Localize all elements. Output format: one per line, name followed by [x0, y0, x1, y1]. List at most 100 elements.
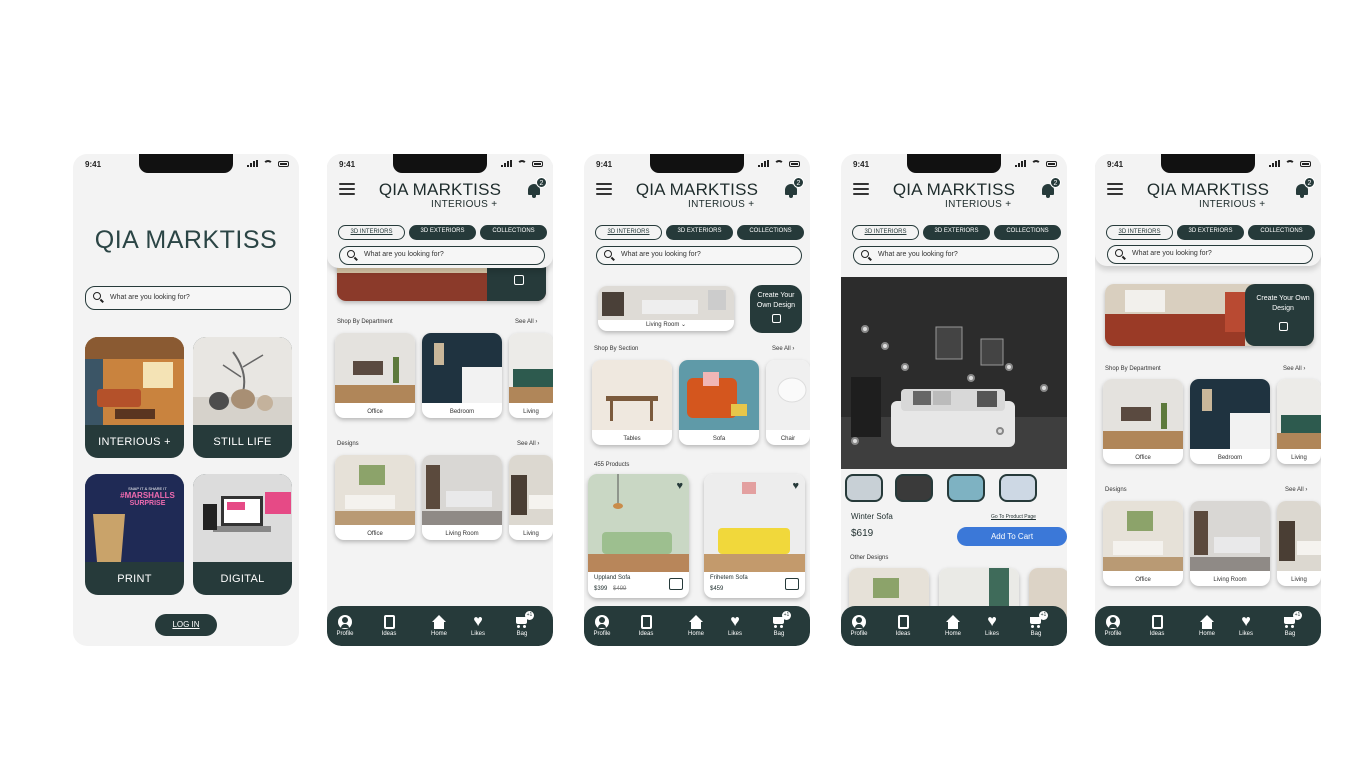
nav-bag[interactable]: +1 Bag — [764, 611, 794, 637]
see-all-link[interactable]: See All › — [1283, 366, 1305, 372]
color-swatch[interactable] — [895, 474, 933, 502]
nav-home[interactable]: Home — [938, 615, 968, 637]
room-3d-view[interactable] — [841, 277, 1067, 469]
heart-icon[interactable]: ♥ — [792, 480, 799, 492]
department-card-living[interactable]: Living — [509, 333, 553, 418]
create-design-card[interactable]: Create Your Own Design — [1105, 284, 1314, 346]
search-input[interactable]: What are you looking for? — [596, 246, 802, 265]
nav-profile[interactable]: Profile — [330, 615, 360, 637]
bell-icon[interactable]: 2 — [1295, 177, 1315, 198]
design-card-living[interactable]: Living — [1277, 501, 1321, 586]
product-card-uppland[interactable]: ♥ Uppland Sofa $399 $499 — [588, 474, 689, 598]
design-card-office[interactable]: Office — [335, 455, 415, 540]
see-all-link[interactable]: See All › — [772, 346, 794, 352]
department-card-office[interactable]: Office — [335, 333, 415, 418]
department-card-bedroom[interactable]: Bedroom — [422, 333, 502, 418]
department-card-bedroom[interactable]: Bedroom — [1190, 379, 1270, 464]
color-swatch[interactable] — [947, 474, 985, 502]
design-image — [509, 455, 553, 525]
nav-label: Home — [430, 631, 447, 637]
tables-image — [592, 360, 672, 430]
section-card-chair[interactable]: Chair — [766, 360, 810, 445]
see-all-link[interactable]: See All › — [1285, 487, 1307, 493]
search-input[interactable]: What are you looking for? — [85, 286, 291, 310]
bell-icon[interactable]: 2 — [527, 177, 547, 198]
section-card-tables[interactable]: Tables — [592, 360, 672, 445]
add-to-basket-icon[interactable] — [669, 578, 683, 590]
product-card-frihetem[interactable]: ♥ Frihetem Sofa $459 — [704, 474, 805, 598]
nav-profile[interactable]: Profile — [587, 615, 617, 637]
create-design-button[interactable]: Create Your Own Design — [750, 285, 802, 333]
hotspot-marker[interactable] — [901, 363, 909, 371]
bell-icon[interactable]: 2 — [1041, 177, 1061, 198]
hotspot-marker[interactable] — [861, 325, 869, 333]
search-placeholder: What are you looking for? — [621, 251, 701, 258]
search-input[interactable]: What are you looking for? — [853, 246, 1059, 265]
nav-ideas[interactable]: Ideas — [374, 615, 404, 637]
tile-digital[interactable]: DIGITAL — [193, 474, 292, 595]
bell-icon[interactable]: 2 — [784, 177, 804, 198]
nav-likes[interactable]: ♥ Likes — [720, 614, 750, 638]
department-card-living[interactable]: Living — [1277, 379, 1321, 464]
nav-bag[interactable]: +1 Bag — [507, 611, 537, 637]
tab-collections[interactable]: COLLECTIONS — [480, 225, 547, 240]
tile-interious[interactable]: INTERIOUS + — [85, 337, 184, 458]
nav-home[interactable]: Home — [1192, 615, 1222, 637]
tile-print[interactable]: SNAP IT & SHARE IT #MARSHALLS SURPRISE P… — [85, 474, 184, 595]
nav-ideas[interactable]: Ideas — [1142, 615, 1172, 637]
tab-collections[interactable]: COLLECTIONS — [1248, 225, 1315, 240]
hotspot-marker[interactable] — [967, 374, 975, 382]
hotspot-marker[interactable] — [881, 342, 889, 350]
hotspot-marker[interactable] — [996, 427, 1004, 435]
tab-3d-interiors[interactable]: 3D INTERIORS — [338, 225, 405, 240]
tab-collections[interactable]: COLLECTIONS — [737, 225, 804, 240]
login-button[interactable]: LOG IN — [155, 614, 217, 636]
color-swatch[interactable] — [845, 474, 883, 502]
add-to-basket-icon[interactable] — [785, 578, 799, 590]
tab-3d-interiors[interactable]: 3D INTERIORS — [852, 225, 919, 240]
notification-badge: 2 — [1050, 177, 1061, 188]
status-icons — [501, 160, 543, 167]
heart-icon[interactable]: ♥ — [676, 480, 683, 492]
section-card-sofa[interactable]: Sofa — [679, 360, 759, 445]
nav-ideas[interactable]: Ideas — [888, 615, 918, 637]
tile-still-life[interactable]: STILL LIFE — [193, 337, 292, 458]
tab-3d-exteriors[interactable]: 3D EXTERIORS — [923, 225, 990, 240]
signal-icon — [758, 160, 769, 167]
hotspot-marker[interactable] — [1005, 363, 1013, 371]
tab-3d-exteriors[interactable]: 3D EXTERIORS — [1177, 225, 1244, 240]
nav-profile[interactable]: Profile — [844, 615, 874, 637]
hotspot-marker[interactable] — [1040, 384, 1048, 392]
nav-home[interactable]: Home — [424, 615, 454, 637]
nav-label: Home — [687, 631, 704, 637]
add-to-cart-button[interactable]: Add To Cart — [957, 527, 1067, 546]
see-all-link[interactable]: See All › — [515, 319, 537, 325]
tab-3d-interiors[interactable]: 3D INTERIORS — [595, 225, 662, 240]
nav-bag[interactable]: +1 Bag — [1275, 611, 1305, 637]
nav-profile[interactable]: Profile — [1098, 615, 1128, 637]
nav-home[interactable]: Home — [681, 615, 711, 637]
hotspot-marker[interactable] — [851, 437, 859, 445]
nav-bag[interactable]: +1 Bag — [1021, 611, 1051, 637]
nav-ideas[interactable]: Ideas — [631, 615, 661, 637]
tab-3d-exteriors[interactable]: 3D EXTERIORS — [409, 225, 476, 240]
tab-3d-exteriors[interactable]: 3D EXTERIORS — [666, 225, 733, 240]
room-image — [598, 286, 734, 320]
office-image — [335, 333, 415, 403]
department-card-office[interactable]: Office — [1103, 379, 1183, 464]
design-card-living-room[interactable]: Living Room — [422, 455, 502, 540]
design-card-living[interactable]: Living — [509, 455, 553, 540]
nav-likes[interactable]: ♥ Likes — [463, 614, 493, 638]
color-swatch[interactable] — [999, 474, 1037, 502]
go-to-product-link[interactable]: Go To Product Page — [991, 514, 1036, 520]
tab-collections[interactable]: COLLECTIONS — [994, 225, 1061, 240]
tab-3d-interiors[interactable]: 3D INTERIORS — [1106, 225, 1173, 240]
room-selector[interactable]: Living Room ⌄ — [598, 286, 734, 331]
nav-likes[interactable]: ♥ Likes — [977, 614, 1007, 638]
see-all-link[interactable]: See All › — [517, 441, 539, 447]
search-input[interactable]: What are you looking for? — [339, 246, 545, 265]
nav-likes[interactable]: ♥ Likes — [1231, 614, 1261, 638]
design-card-office[interactable]: Office — [1103, 501, 1183, 586]
search-input[interactable]: What are you looking for? — [1107, 245, 1313, 264]
design-card-living-room[interactable]: Living Room — [1190, 501, 1270, 586]
